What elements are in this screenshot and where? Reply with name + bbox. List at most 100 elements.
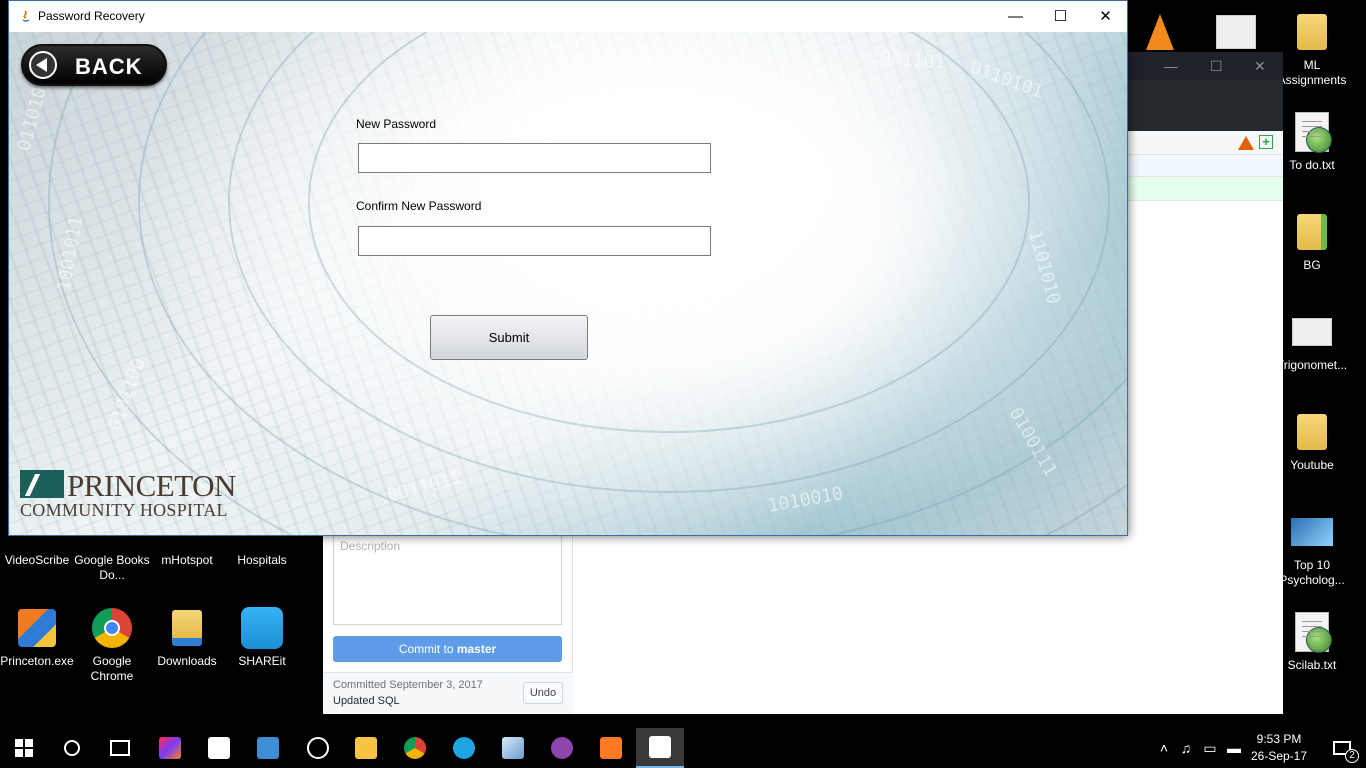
close-button[interactable]: ✕	[1083, 1, 1128, 31]
back-arrow-icon	[29, 51, 57, 79]
desktop-icon-label: VideoScribe	[4, 553, 70, 567]
text-file-icon	[1295, 112, 1332, 153]
maximize-button[interactable]: ☐	[1038, 1, 1083, 31]
desktop-icon-label: Hospitals	[237, 553, 287, 567]
svg-text:0101100: 0101100	[104, 355, 150, 433]
taskbar-chrome[interactable]	[391, 728, 439, 768]
task-view-button[interactable]	[96, 728, 144, 768]
minimize-button[interactable]: —	[993, 1, 1038, 31]
maximize-icon[interactable]: ☐	[1210, 58, 1223, 75]
volume-icon[interactable]: ♫	[1174, 740, 1198, 756]
desktop-icon-label: To do.txt	[1289, 158, 1335, 172]
clock-date: 26-Sep-17	[1250, 749, 1308, 763]
scilab-icon	[1306, 127, 1332, 153]
svg-text:0011011: 0011011	[385, 467, 464, 507]
commit-branch-name: master	[456, 642, 497, 656]
submit-button[interactable]: Submit	[430, 315, 588, 360]
folder-icon	[1297, 214, 1327, 250]
clock-time: 9:53 PM	[1256, 732, 1302, 746]
desktop-icon-label: SHAREit	[238, 654, 286, 668]
desktop-icon-youtube[interactable]: Youtube	[1272, 410, 1352, 473]
desktop-icon-top10[interactable]: Top 10 Psycholog...	[1272, 510, 1352, 588]
clock[interactable]: 9:53 PM 26-Sep-17	[1248, 731, 1310, 765]
desktop-icon-vlc[interactable]	[1120, 10, 1200, 58]
desktop-icon-google-chrome[interactable]: Google Chrome	[72, 606, 152, 684]
taskbar-file-explorer[interactable]	[342, 728, 390, 768]
window-titlebar[interactable]: Password Recovery — ☐ ✕	[9, 1, 1127, 32]
desktop-icon-label: Downloads	[157, 654, 217, 668]
description-placeholder: Description	[340, 539, 401, 553]
desktop-icon-downloads[interactable]: Downloads	[147, 606, 227, 669]
taskbar-intellij[interactable]	[146, 728, 194, 768]
notification-count: 2	[1345, 749, 1359, 763]
confirm-password-label: Confirm New Password	[356, 199, 482, 213]
desktop-icon-hospitals[interactable]: Hospitals	[222, 540, 302, 568]
princeton-logo-mark-icon	[20, 470, 64, 498]
close-icon[interactable]: ✕	[1254, 58, 1266, 75]
search-button[interactable]	[48, 728, 96, 768]
xampp-icon	[600, 737, 622, 759]
action-center-button[interactable]: 2	[1318, 728, 1366, 768]
back-button-label: BACK	[75, 54, 143, 79]
video-thumbnail-icon	[1291, 518, 1333, 546]
taskbar-iheart[interactable]	[294, 728, 342, 768]
folder-icon	[1297, 14, 1327, 50]
new-password-field[interactable]	[358, 143, 711, 173]
git-list-row[interactable]	[1128, 155, 1283, 177]
film-icon	[257, 737, 279, 759]
taskbar-xampp[interactable]	[587, 728, 635, 768]
desktop-icon-mhotspot[interactable]: mHotspot	[147, 540, 227, 568]
desktop-icon-todo[interactable]: To do.txt	[1272, 110, 1352, 173]
last-commit-footer: Committed September 3, 2017 Updated SQL …	[323, 672, 573, 714]
document-thumbnail-icon	[1216, 15, 1256, 49]
git-commit-panel: Description Commit to master Committed S…	[323, 535, 573, 714]
minimize-icon[interactable]: —	[1164, 58, 1178, 74]
chrome-icon	[92, 608, 132, 648]
desktop-icon-label: Trigonomet...	[1276, 358, 1348, 372]
desktop-icon-princeton-exe[interactable]: Princeton.exe	[0, 606, 77, 669]
scilab-icon	[1306, 627, 1332, 653]
file-explorer-icon	[355, 737, 377, 759]
chevron-up-icon[interactable]: ˄	[1154, 740, 1174, 756]
logo-line-2: COMMUNITY HOSPITAL	[20, 500, 228, 520]
git-changes-toolbar: +	[1128, 131, 1283, 155]
taskbar-video-editor[interactable]	[244, 728, 292, 768]
desktop-icon-trigonometry[interactable]: Trigonomet...	[1272, 310, 1352, 373]
document-thumbnail-icon	[1292, 318, 1332, 346]
start-button[interactable]	[0, 728, 48, 768]
radio-icon	[307, 737, 329, 759]
commit-description-field[interactable]: Description	[333, 535, 562, 625]
installer-icon	[18, 609, 56, 647]
desktop-icon-videoscribe[interactable]: VideoScribe	[0, 540, 77, 568]
windows-logo-icon	[15, 739, 33, 757]
desktop-icon-document[interactable]	[1196, 10, 1276, 58]
taskbar-store[interactable]	[195, 728, 243, 768]
confirm-password-field[interactable]	[358, 226, 711, 256]
cube-icon	[502, 737, 524, 759]
desktop-icon-label: Youtube	[1290, 458, 1334, 472]
text-file-icon	[1295, 612, 1332, 653]
battery-icon[interactable]: ▬	[1222, 740, 1246, 756]
undo-button[interactable]: Undo	[523, 682, 563, 704]
taskbar: ˄ ♫ ▭ ▬ 9:53 PM 26-Sep-17 2	[0, 728, 1366, 768]
chrome-icon	[404, 737, 426, 759]
taskbar-virtualbox[interactable]	[489, 728, 537, 768]
add-icon[interactable]: +	[1259, 135, 1273, 149]
back-button[interactable]: BACK	[21, 44, 167, 86]
intellij-icon	[159, 737, 181, 759]
desktop-icon-shareit[interactable]: SHAREit	[222, 606, 302, 669]
svg-text:0110101: 0110101	[967, 57, 1045, 103]
desktop-icon-bg[interactable]: BG	[1272, 210, 1352, 273]
desktop-icon-label: BG	[1303, 258, 1321, 272]
commit-button[interactable]: Commit to master	[333, 636, 562, 662]
committed-date: Committed September 3, 2017	[333, 679, 483, 691]
taskbar-github-desktop[interactable]	[538, 728, 586, 768]
desktop-icon-ml-assignments[interactable]: ML Assignments	[1272, 10, 1352, 88]
svg-text:1001101: 1001101	[869, 46, 946, 74]
desktop-icon-scilab[interactable]: Scilab.txt	[1272, 610, 1352, 673]
taskbar-java-app[interactable]	[636, 728, 684, 768]
taskbar-hotspot[interactable]	[440, 728, 488, 768]
binary-tunnel-background: 0110101 1001011 0101100 1011001 0110101 …	[14, 32, 1127, 535]
desktop-icon-google-books[interactable]: Google Books Do...	[72, 540, 152, 583]
network-icon[interactable]: ▭	[1198, 740, 1222, 757]
